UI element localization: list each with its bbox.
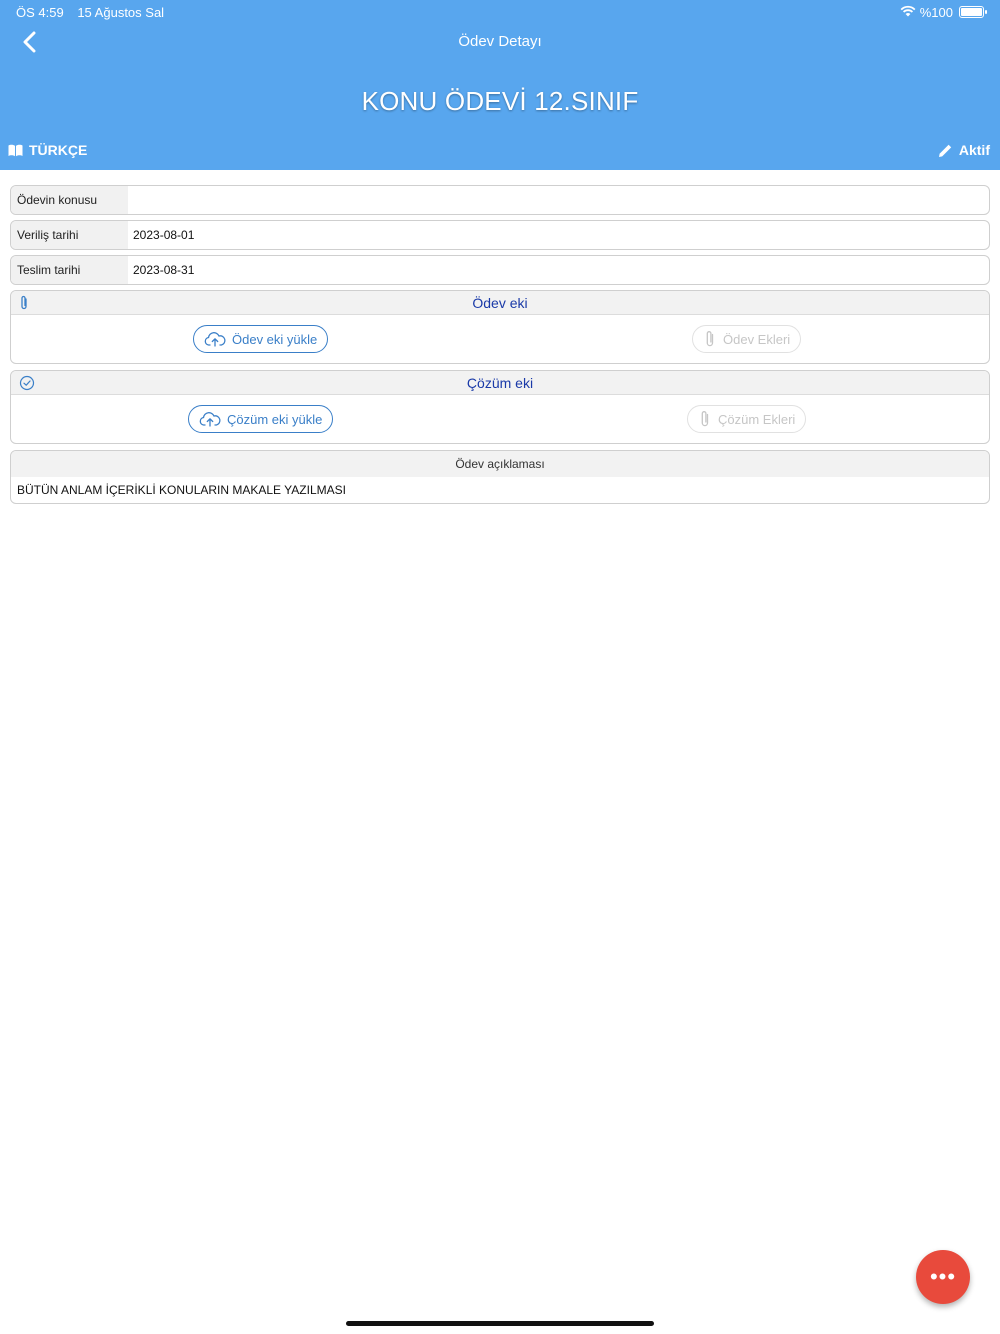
more-dots-icon: ••• [929, 1264, 957, 1289]
battery-percentage: %100 [919, 4, 953, 20]
paperclip-icon [706, 331, 714, 347]
cloud-upload-icon [204, 332, 226, 347]
solution-attachments-label: Çözüm Ekleri [718, 411, 796, 427]
paperclip-icon [19, 295, 29, 314]
homework-attachments-label: Ödev Ekleri [723, 331, 791, 347]
status-edit-button[interactable]: Aktif [938, 142, 990, 158]
page-title: KONU ÖDEVİ 12.SINIF [361, 86, 639, 116]
solution-attachment-card: Çözüm eki Çözüm eki yükle Çözüm Ekleri [10, 370, 990, 444]
home-indicator [346, 1321, 654, 1326]
solution-attachment-title: Çözüm eki [466, 374, 534, 391]
field-subject-row: Ödevin konusu [10, 185, 990, 215]
header-bar: ÖS 4:59 15 Ağustos Sal %100 Ödev Detayı … [0, 0, 1000, 170]
book-icon [8, 144, 23, 156]
solution-attachment-header: Çözüm eki [11, 371, 989, 395]
field-due-date-row: Teslim tarihi 2023-08-31 [10, 255, 990, 285]
wifi-icon [900, 5, 916, 20]
homework-attachment-header: Ödev eki [11, 291, 989, 315]
paperclip-icon [701, 411, 709, 427]
pencil-icon [938, 144, 952, 157]
battery-icon [959, 6, 987, 18]
homework-attachments-button[interactable]: Ödev Ekleri [692, 325, 802, 353]
field-label: Teslim tarihi [11, 256, 128, 284]
status-text: Aktif [958, 142, 990, 158]
upload-homework-attachment-button[interactable]: Ödev eki yükle [193, 325, 329, 353]
field-label: Ödevin konusu [11, 186, 128, 214]
status-bar: ÖS 4:59 15 Ağustos Sal %100 [16, 4, 987, 20]
upload-solution-attachment-label: Çözüm eki yükle [227, 411, 323, 427]
field-value [128, 186, 989, 214]
nav-title: Ödev Detayı [458, 33, 542, 50]
status-date: 15 Ağustos Sal [77, 4, 165, 20]
description-title: Ödev açıklaması [11, 451, 989, 477]
homework-attachment-title: Ödev eki [472, 294, 528, 311]
field-value: 2023-08-31 [133, 263, 195, 277]
check-circle-icon [19, 375, 35, 394]
description-card: Ödev açıklaması BÜTÜN ANLAM İÇERİKLİ KON… [10, 450, 990, 504]
field-label: Veriliş tarihi [11, 221, 128, 249]
solution-attachments-button[interactable]: Çözüm Ekleri [687, 405, 807, 433]
upload-solution-attachment-button[interactable]: Çözüm eki yükle [188, 405, 334, 433]
cloud-upload-icon [199, 412, 221, 427]
field-value: 2023-08-01 [133, 228, 195, 242]
status-time: ÖS 4:59 [16, 4, 64, 20]
field-given-date-row: Veriliş tarihi 2023-08-01 [10, 220, 990, 250]
upload-homework-attachment-label: Ödev eki yükle [232, 331, 318, 347]
homework-attachment-card: Ödev eki Ödev eki yükle Ödev Ekleri [10, 290, 990, 364]
subject-label: TÜRKÇE [8, 142, 87, 158]
subject-text: TÜRKÇE [29, 142, 88, 158]
description-text: BÜTÜN ANLAM İÇERİKLİ KONULARIN MAKALE YA… [17, 483, 346, 497]
homework-detail-content: Ödevin konusu Veriliş tarihi 2023-08-01 … [10, 185, 990, 504]
more-options-button[interactable]: ••• [916, 1250, 970, 1304]
